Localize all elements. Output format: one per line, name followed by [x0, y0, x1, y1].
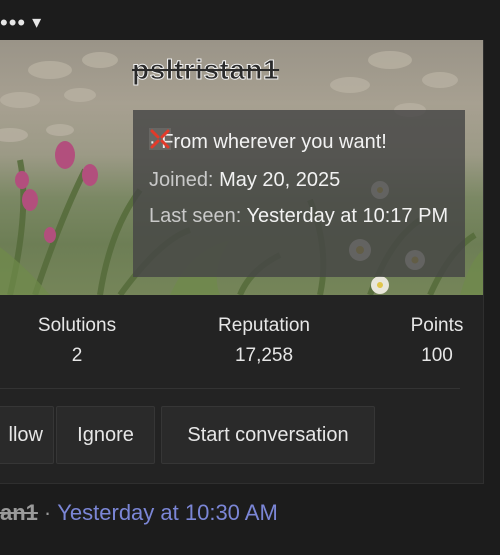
- chevron-down-icon: ▾: [32, 12, 42, 32]
- stat-label: Reputation: [218, 315, 310, 336]
- last-seen-label: Last seen:: [149, 205, 242, 227]
- more-icon: •••: [0, 9, 27, 35]
- member-stats: Solutions 2 Reputation 17,258 Points 100: [0, 315, 483, 385]
- stat-label: Solutions: [37, 315, 117, 336]
- start-conversation-button[interactable]: Start conversation: [161, 406, 375, 464]
- divider: [0, 388, 460, 389]
- post-meta: an1 · Yesterday at 10:30 AM: [0, 500, 278, 526]
- stat-points[interactable]: Points 100: [401, 315, 473, 367]
- top-bar: ••• ▾: [0, 0, 500, 40]
- last-seen-line: Last seen: Yesterday at 10:17 PM: [149, 202, 449, 230]
- stat-label: Points: [410, 315, 464, 336]
- anger-icon: [149, 128, 171, 150]
- stat-solutions[interactable]: Solutions 2: [27, 315, 127, 367]
- joined-value: May 20, 2025: [219, 169, 341, 191]
- stat-value: 17,258: [234, 345, 294, 366]
- profile-username[interactable]: psltristan1: [131, 54, 279, 86]
- location-text: · From wherever you want!: [149, 131, 387, 153]
- stat-value: 2: [71, 345, 83, 366]
- joined-label: Joined:: [149, 169, 214, 191]
- member-tooltip-card: psltristan1 · From wherever you want! Jo…: [0, 40, 484, 484]
- post-author-link[interactable]: an1: [0, 500, 38, 525]
- stat-reputation[interactable]: Reputation 17,258: [204, 315, 324, 367]
- more-menu-toggle[interactable]: ••• ▾: [0, 9, 42, 35]
- follow-button[interactable]: llow: [0, 406, 54, 464]
- ignore-button[interactable]: Ignore: [56, 406, 155, 464]
- profile-info-box: · From wherever you want! Joined: May 20…: [133, 110, 465, 277]
- profile-banner: psltristan1 · From wherever you want! Jo…: [0, 40, 483, 295]
- post-timestamp-link[interactable]: Yesterday at 10:30 AM: [57, 500, 278, 525]
- last-seen-value: Yesterday at 10:17 PM: [246, 205, 449, 227]
- stat-value: 100: [421, 345, 453, 366]
- joined-line: Joined: May 20, 2025: [149, 166, 340, 194]
- meta-separator: ·: [43, 500, 52, 525]
- location-line: · From wherever you want!: [149, 128, 387, 156]
